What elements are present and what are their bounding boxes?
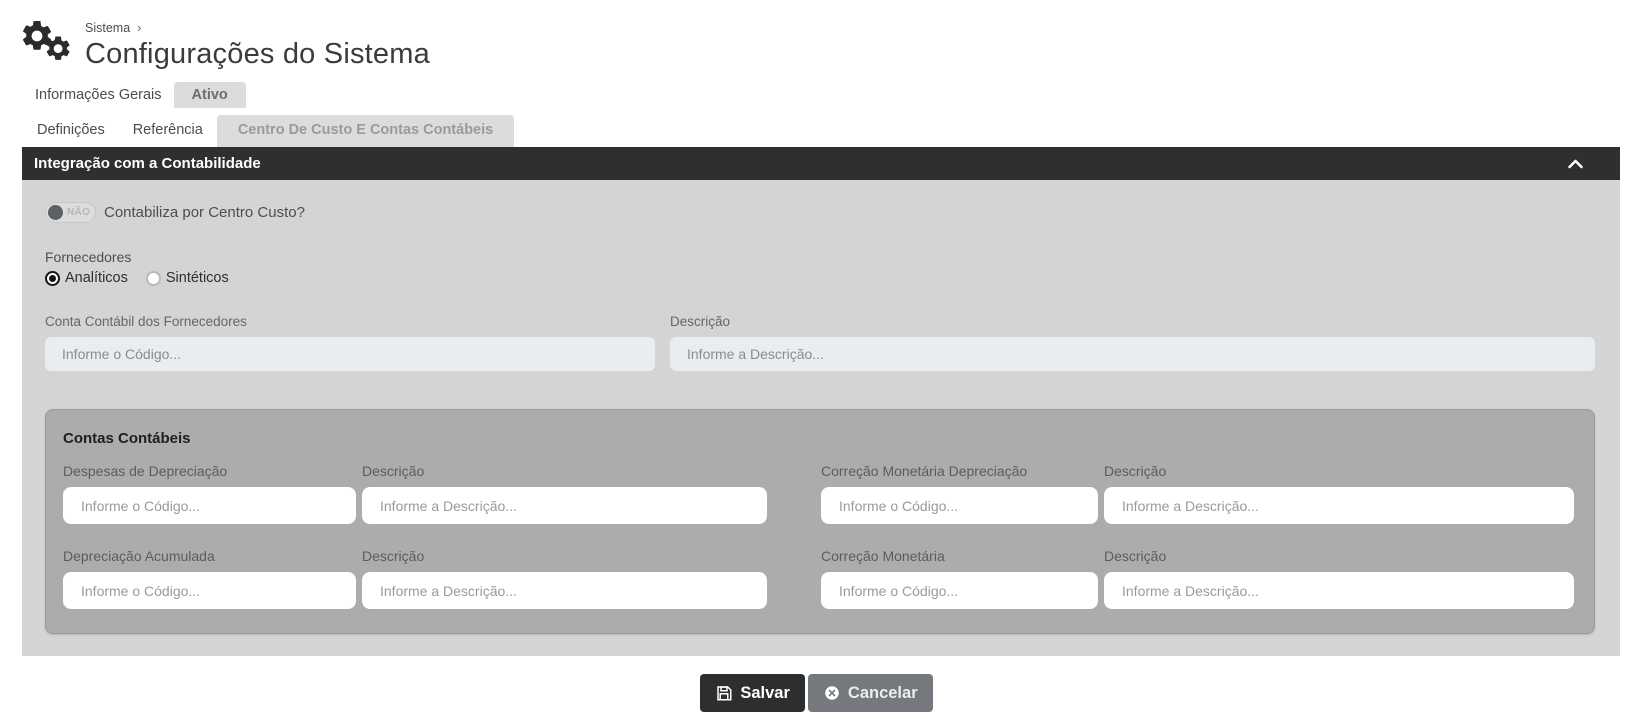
save-button[interactable]: Salvar: [700, 674, 805, 712]
correcao-monetaria-descricao-input[interactable]: [1104, 572, 1574, 609]
correcao-monetaria-descricao-field: Descrição: [1104, 548, 1574, 609]
correcao-monetaria-label: Correção Monetária: [821, 548, 1098, 564]
depreciacao-acumulada-descricao-input[interactable]: [362, 572, 767, 609]
contas-contabeis-panel: Contas Contábeis Despesas de Depreciação…: [45, 409, 1595, 634]
despesas-descricao-label: Descrição: [362, 463, 767, 479]
contas-row-2: Depreciação Acumulada Descrição Correção…: [63, 548, 1574, 609]
chevron-up-icon[interactable]: [1567, 158, 1584, 170]
correcao-depreciacao-field: Correção Monetária Depreciação: [821, 463, 1098, 524]
section-title: Integração com a Contabilidade: [34, 155, 261, 172]
despesas-depreciacao-input[interactable]: [63, 487, 356, 524]
radio-sinteticos[interactable]: Sintéticos: [146, 270, 229, 286]
contabiliza-toggle-label: Contabiliza por Centro Custo?: [104, 204, 305, 221]
cancel-button[interactable]: Cancelar: [808, 674, 933, 712]
correcao-monetaria-input[interactable]: [821, 572, 1098, 609]
radio-button-icon[interactable]: [146, 271, 161, 286]
section-header-integracao[interactable]: Integração com a Contabilidade: [22, 147, 1620, 180]
depreciacao-acumulada-descricao-field: Descrição: [362, 548, 767, 609]
correcao-depreciacao-label: Correção Monetária Depreciação: [821, 463, 1098, 479]
depreciacao-acumulada-input[interactable]: [63, 572, 356, 609]
depreciacao-acumulada-descricao-label: Descrição: [362, 548, 767, 564]
correcao-monetaria-field: Correção Monetária: [821, 548, 1098, 609]
section-body: NÃO Contabiliza por Centro Custo? Fornec…: [22, 180, 1620, 656]
breadcrumb: Sistema ›: [85, 20, 1633, 35]
depreciacao-acumulada-field: Depreciação Acumulada: [63, 548, 356, 609]
secondary-tabs: Definições Referência Centro De Custo E …: [23, 115, 1633, 147]
depreciacao-acumulada-label: Depreciação Acumulada: [63, 548, 356, 564]
toggle-knob: [48, 205, 63, 220]
tab-referencia[interactable]: Referência: [119, 115, 217, 147]
fornecedores-group-label: Fornecedores: [45, 249, 1595, 265]
fornecedores-radio-group: Analíticos Sintéticos: [45, 270, 1595, 286]
primary-tabs: Informações Gerais Ativo: [23, 82, 1633, 108]
radio-analiticos-label: Analíticos: [65, 270, 128, 286]
conta-contabil-input[interactable]: [45, 337, 655, 371]
contabiliza-toggle-row: NÃO Contabiliza por Centro Custo?: [45, 202, 1595, 223]
despesas-descricao-field: Descrição: [362, 463, 767, 524]
radio-sinteticos-label: Sintéticos: [166, 270, 229, 286]
despesas-descricao-input[interactable]: [362, 487, 767, 524]
radio-button-icon[interactable]: [45, 271, 60, 286]
correcao-depreciacao-descricao-label: Descrição: [1104, 463, 1574, 479]
conta-contabil-label: Conta Contábil dos Fornecedores: [45, 314, 655, 329]
contas-row-1: Despesas de Depreciação Descrição Correç…: [63, 463, 1574, 524]
cancel-icon: [823, 684, 841, 702]
conta-contabil-field: Conta Contábil dos Fornecedores: [45, 314, 655, 371]
save-icon: [715, 684, 733, 702]
breadcrumb-item-sistema[interactable]: Sistema: [85, 21, 130, 35]
correcao-monetaria-descricao-label: Descrição: [1104, 548, 1574, 564]
system-settings-page: Sistema › Configurações do Sistema Infor…: [0, 0, 1633, 719]
tab-definicoes[interactable]: Definições: [23, 115, 119, 147]
descricao-field: Descrição: [670, 314, 1595, 371]
correcao-depreciacao-descricao-input[interactable]: [1104, 487, 1574, 524]
chevron-right-icon: ›: [137, 20, 141, 35]
form-actions: Salvar Cancelar: [0, 674, 1633, 712]
radio-analiticos[interactable]: Analíticos: [45, 270, 128, 286]
tab-centro-de-custo-e-contas-contabeis[interactable]: Centro De Custo E Contas Contábeis: [217, 115, 514, 147]
contas-contabeis-title: Contas Contábeis: [63, 430, 1574, 447]
supplier-account-fields: Conta Contábil dos Fornecedores Descriçã…: [45, 314, 1595, 371]
descricao-label: Descrição: [670, 314, 1595, 329]
tab-informacoes-gerais[interactable]: Informações Gerais: [23, 82, 174, 108]
toggle-value: NÃO: [67, 207, 90, 218]
tab-ativo[interactable]: Ativo: [174, 82, 246, 108]
cancel-button-label: Cancelar: [848, 684, 918, 703]
descricao-input[interactable]: [670, 337, 1595, 371]
correcao-depreciacao-descricao-field: Descrição: [1104, 463, 1574, 524]
integracao-contabilidade-card: Integração com a Contabilidade NÃO Conta…: [22, 147, 1620, 656]
page-title: Configurações do Sistema: [85, 38, 1633, 71]
page-header: Sistema › Configurações do Sistema: [0, 0, 1633, 71]
save-button-label: Salvar: [740, 684, 790, 703]
correcao-depreciacao-input[interactable]: [821, 487, 1098, 524]
contabiliza-toggle[interactable]: NÃO: [45, 202, 96, 223]
despesas-depreciacao-label: Despesas de Depreciação: [63, 463, 356, 479]
despesas-depreciacao-field: Despesas de Depreciação: [63, 463, 356, 524]
settings-gears-icon: [17, 17, 75, 69]
